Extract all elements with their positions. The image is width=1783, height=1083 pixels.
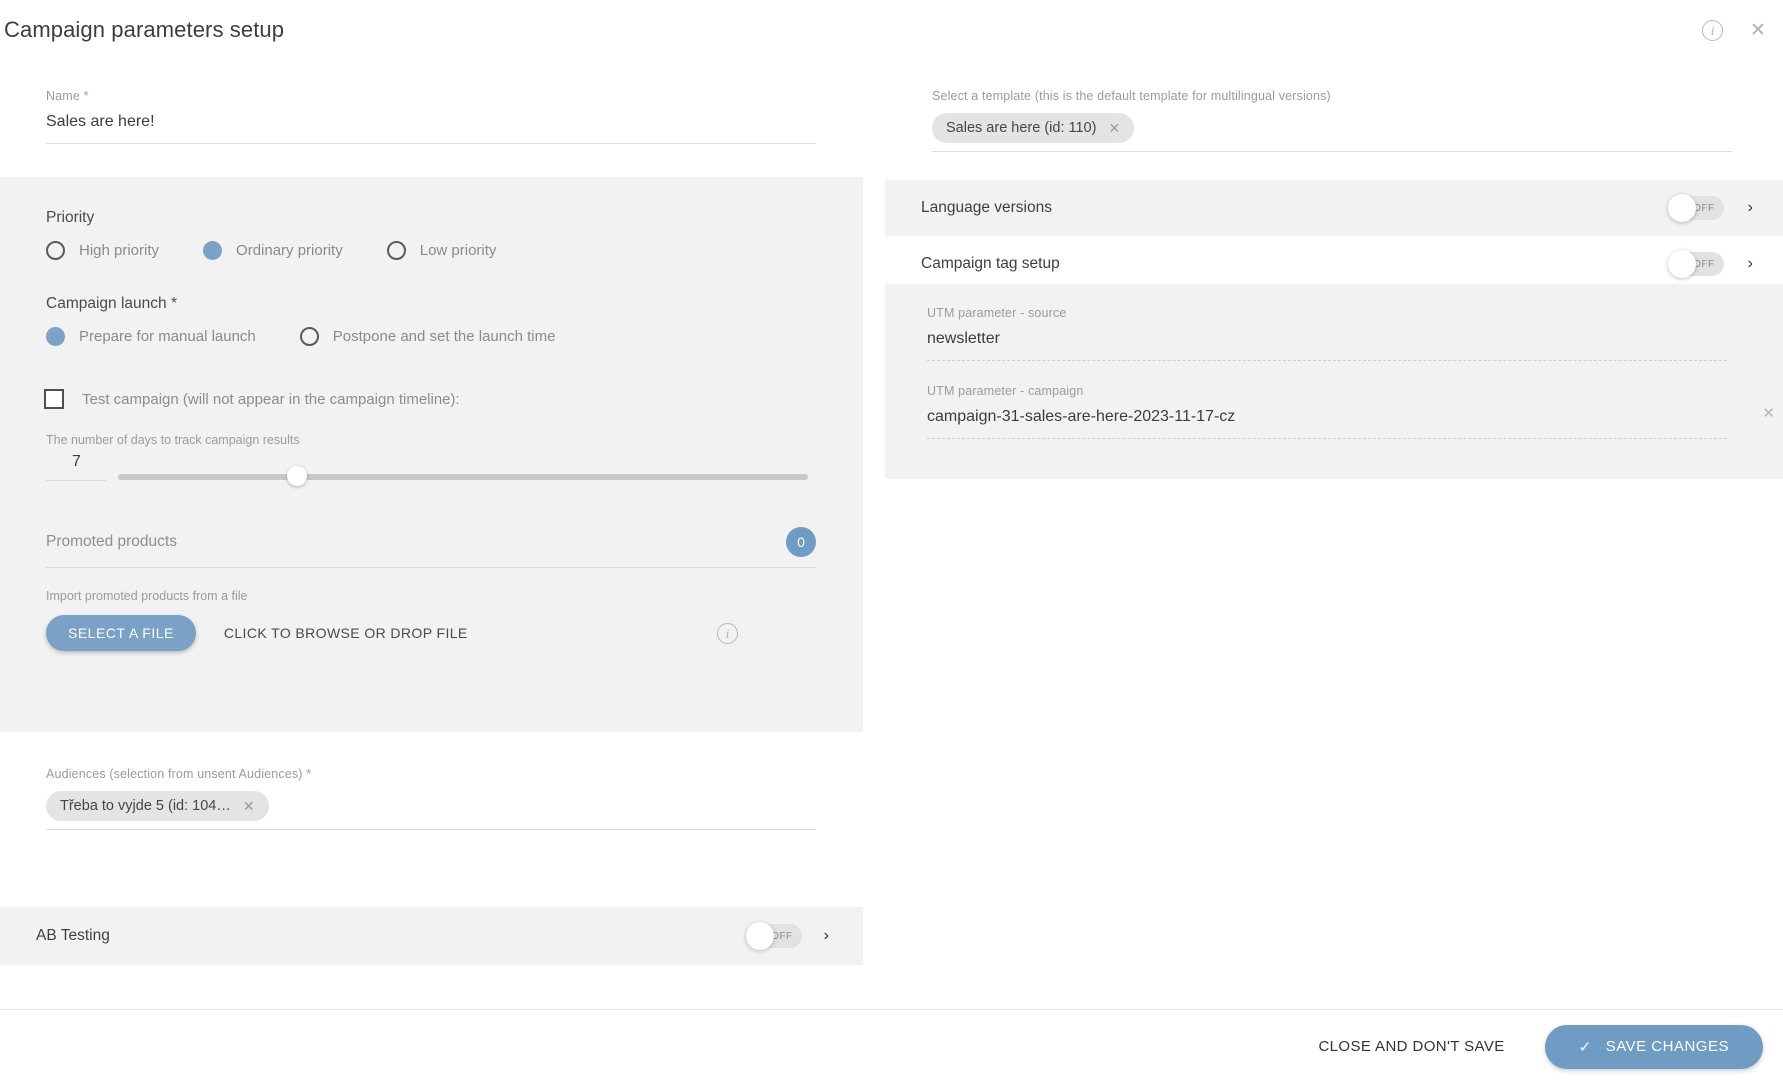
- page-title: Campaign parameters setup: [4, 17, 284, 43]
- radio-label: Ordinary priority: [236, 242, 343, 259]
- select-a-file-button[interactable]: SELECT A FILE: [46, 615, 196, 651]
- close-and-dont-save-button[interactable]: CLOSE AND DON'T SAVE: [1312, 1037, 1510, 1056]
- radio-icon-selected: [203, 241, 222, 260]
- priority-group: Priority High priority Ordinary priority…: [46, 209, 806, 260]
- language-versions-toggle[interactable]: OFF: [1668, 196, 1724, 220]
- campaign-tag-setup-title: Campaign tag setup: [921, 255, 1060, 273]
- language-versions-title: Language versions: [921, 199, 1052, 217]
- radio-label: Low priority: [420, 242, 497, 259]
- radio-label: Postpone and set the launch time: [333, 328, 556, 345]
- campaign-tag-setup-controls: OFF ›: [1668, 252, 1753, 276]
- tracking-days-slider[interactable]: [118, 467, 808, 487]
- slider-thumb[interactable]: [287, 466, 307, 486]
- language-versions-controls: OFF ›: [1668, 196, 1753, 220]
- template-chip-label: Sales are here (id: 110): [946, 120, 1096, 136]
- ab-testing-row[interactable]: AB Testing OFF ›: [0, 907, 863, 965]
- upload-hint-text: CLICK TO BROWSE OR DROP FILE: [224, 625, 468, 641]
- template-chip[interactable]: Sales are here (id: 110) ✕: [932, 113, 1134, 143]
- slider-track: [118, 474, 808, 480]
- utm-campaign-field: UTM parameter - campaign campaign-31-sal…: [927, 384, 1727, 439]
- toggle-knob: [1668, 194, 1696, 222]
- ab-testing-title: AB Testing: [36, 927, 110, 945]
- priority-title: Priority: [46, 209, 806, 227]
- radio-icon: [300, 327, 319, 346]
- radio-icon: [387, 241, 406, 260]
- radio-ordinary-priority[interactable]: Ordinary priority: [203, 241, 343, 260]
- campaign-parameters-dialog: Campaign parameters setup i ✕ Name * Sal…: [0, 0, 1783, 1083]
- import-file-group: Import promoted products from a file SEL…: [46, 589, 816, 651]
- campaign-tag-setup-toggle-state: OFF: [1693, 259, 1715, 270]
- ab-testing-toggle[interactable]: OFF: [746, 924, 802, 948]
- utm-campaign-clear-icon[interactable]: ✕: [1762, 404, 1775, 422]
- radio-label: Prepare for manual launch: [79, 328, 256, 345]
- radio-postpone-launch[interactable]: Postpone and set the launch time: [300, 327, 556, 346]
- test-campaign-label: Test campaign (will not appear in the ca…: [82, 391, 460, 408]
- tracking-days-value: 7: [46, 453, 81, 470]
- language-versions-toggle-state: OFF: [1693, 203, 1715, 214]
- promoted-products-row[interactable]: Promoted products 0: [46, 527, 816, 568]
- ab-testing-controls: OFF ›: [746, 924, 829, 948]
- promoted-products-count-badge: 0: [786, 527, 816, 557]
- audiences-field: Audiences (selection from unsent Audienc…: [46, 767, 816, 830]
- import-file-caption: Import promoted products from a file: [46, 589, 816, 603]
- utm-campaign-input[interactable]: campaign-31-sales-are-here-2023-11-17-cz: [927, 408, 1727, 439]
- dialog-header: Campaign parameters setup i ✕: [0, 0, 1783, 62]
- radio-icon-selected: [46, 327, 65, 346]
- campaign-launch-group: Campaign launch * Prepare for manual lau…: [46, 295, 806, 346]
- tracking-days-input[interactable]: 7: [46, 453, 106, 481]
- name-input[interactable]: Sales are here!: [46, 113, 816, 144]
- audiences-label: Audiences (selection from unsent Audienc…: [46, 767, 816, 781]
- language-versions-chevron-right-icon[interactable]: ›: [1748, 200, 1753, 216]
- campaign-launch-title: Campaign launch *: [46, 295, 806, 313]
- audiences-chip-row[interactable]: Třeba to vyjde 5 (id: 104… ✕: [46, 791, 816, 830]
- radio-label: High priority: [79, 242, 159, 259]
- tracking-days-caption: The number of days to track campaign res…: [46, 433, 816, 447]
- checkbox-icon: [44, 389, 64, 409]
- save-changes-button[interactable]: ✓ SAVE CHANGES: [1545, 1025, 1763, 1069]
- radio-manual-launch[interactable]: Prepare for manual launch: [46, 327, 256, 346]
- upload-row: SELECT A FILE CLICK TO BROWSE OR DROP FI…: [46, 615, 816, 651]
- tracking-days-slider-row: 7: [46, 453, 816, 487]
- utm-parameters-panel: UTM parameter - source newsletter UTM pa…: [885, 284, 1783, 479]
- test-campaign-checkbox[interactable]: Test campaign (will not appear in the ca…: [44, 389, 804, 409]
- ab-testing-chevron-right-icon[interactable]: ›: [824, 928, 829, 944]
- radio-icon: [46, 241, 65, 260]
- dialog-footer: CLOSE AND DON'T SAVE ✓ SAVE CHANGES: [0, 1009, 1783, 1083]
- info-circle-icon[interactable]: i: [1702, 20, 1723, 41]
- toggle-knob: [1668, 250, 1696, 278]
- template-label: Select a template (this is the default t…: [932, 89, 1732, 103]
- save-changes-label: SAVE CHANGES: [1606, 1038, 1729, 1055]
- utm-campaign-label: UTM parameter - campaign: [927, 384, 1727, 398]
- language-versions-row[interactable]: Language versions OFF ›: [885, 180, 1783, 236]
- toggle-knob: [746, 922, 774, 950]
- name-field: Name * Sales are here!: [46, 89, 816, 144]
- radio-high-priority[interactable]: High priority: [46, 241, 159, 260]
- template-field: Select a template (this is the default t…: [932, 89, 1732, 152]
- promoted-products-label: Promoted products: [46, 533, 177, 551]
- check-icon: ✓: [1579, 1038, 1592, 1056]
- tracking-days-group: The number of days to track campaign res…: [46, 433, 816, 487]
- ab-testing-toggle-state: OFF: [771, 931, 793, 942]
- priority-options: High priority Ordinary priority Low prio…: [46, 241, 806, 260]
- campaign-tag-setup-chevron-right-icon[interactable]: ›: [1748, 256, 1753, 272]
- upload-info-circle-icon[interactable]: i: [717, 623, 738, 644]
- radio-low-priority[interactable]: Low priority: [387, 241, 497, 260]
- utm-source-field: UTM parameter - source newsletter: [927, 306, 1727, 361]
- template-chip-remove-icon[interactable]: ✕: [1108, 121, 1120, 135]
- campaign-settings-panel: Priority High priority Ordinary priority…: [0, 177, 863, 732]
- audience-chip-remove-icon[interactable]: ✕: [243, 799, 255, 813]
- close-icon[interactable]: ✕: [1749, 22, 1767, 40]
- utm-source-label: UTM parameter - source: [927, 306, 1727, 320]
- template-chip-row[interactable]: Sales are here (id: 110) ✕: [932, 113, 1732, 152]
- utm-source-input[interactable]: newsletter: [927, 330, 1727, 361]
- campaign-launch-options: Prepare for manual launch Postpone and s…: [46, 327, 806, 346]
- audience-chip-label: Třeba to vyjde 5 (id: 104…: [60, 798, 231, 814]
- audience-chip[interactable]: Třeba to vyjde 5 (id: 104… ✕: [46, 791, 269, 821]
- campaign-tag-setup-toggle[interactable]: OFF: [1668, 252, 1724, 276]
- name-label: Name *: [46, 89, 816, 103]
- header-actions: i ✕: [1702, 20, 1767, 41]
